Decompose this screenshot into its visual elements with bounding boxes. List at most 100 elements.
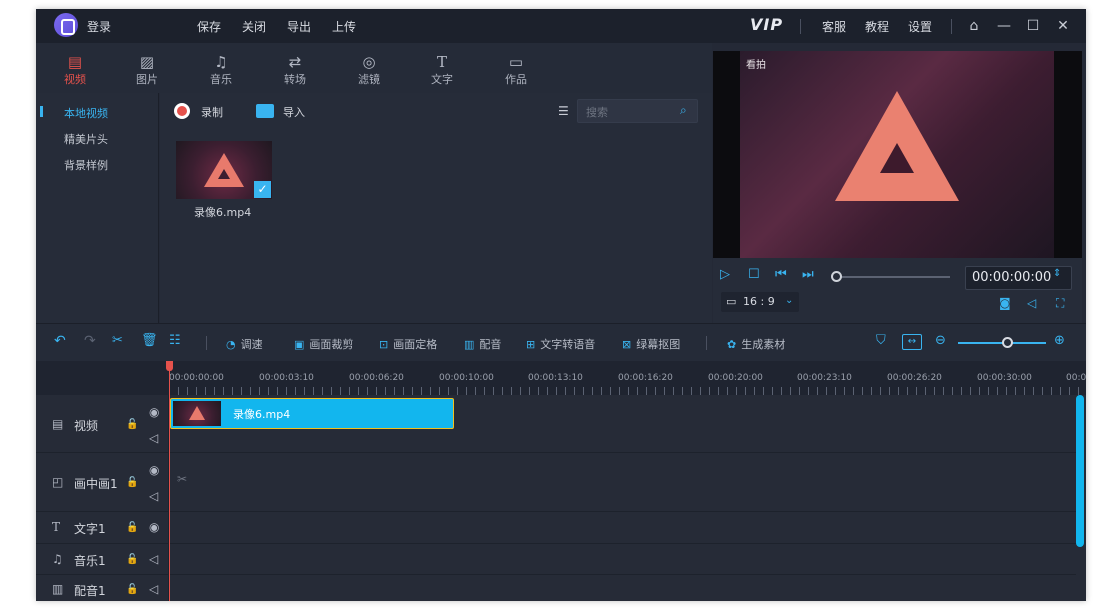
tab-text[interactable]: T 文字 xyxy=(416,53,468,87)
marker-icon[interactable]: ⛉ xyxy=(876,333,886,348)
lock-icon[interactable]: 🔓 xyxy=(126,419,138,430)
track-text[interactable]: T 文字1 🔓 ◉ xyxy=(36,512,1076,544)
playhead[interactable] xyxy=(169,361,170,601)
undo-icon[interactable]: ↶ xyxy=(54,333,66,349)
progress-knob[interactable] xyxy=(831,271,842,282)
watermark-logo: 看拍 xyxy=(746,60,766,71)
ruler-ticks xyxy=(169,387,1079,395)
playhead-handle[interactable] xyxy=(166,361,173,371)
title-bar: 登录 保存 关闭 导出 上传 VIP 客服 教程 设置 ⌂ — ☐ ✕ xyxy=(36,9,1086,43)
tab-label: 图片 xyxy=(136,73,158,86)
generate-icon: ✿ xyxy=(727,338,737,351)
dub-icon: ▥ xyxy=(52,582,64,596)
camera-icon[interactable]: ◙ xyxy=(999,296,1011,310)
tab-label: 文字 xyxy=(431,73,453,86)
fit-icon[interactable]: ↔ xyxy=(902,334,922,350)
lock-icon[interactable]: 🔓 xyxy=(126,554,138,565)
adjust-icon[interactable]: ☷ xyxy=(169,333,181,348)
tab-video[interactable]: ▤ 视频 xyxy=(49,53,101,87)
volume-icon[interactable]: ◁ xyxy=(149,489,158,503)
minimize-icon[interactable]: — xyxy=(994,16,1014,36)
media-item[interactable]: ✓ xyxy=(176,141,272,201)
zoom-knob[interactable] xyxy=(1002,337,1013,348)
volume-icon[interactable]: ◁ xyxy=(149,552,158,566)
track-music[interactable]: ♫ 音乐1 🔓 ◁ xyxy=(36,544,1076,575)
track-dub[interactable]: ▥ 配音1 🔓 ◁ xyxy=(36,575,1076,601)
generate-button[interactable]: ✿ 生成素材 xyxy=(727,336,785,352)
media-item-name: 录像6.mp4 xyxy=(194,206,252,219)
text-icon: T xyxy=(52,520,61,534)
freeze-button[interactable]: ⊡ 画面定格 xyxy=(379,336,437,352)
greenscreen-label: 绿幕抠图 xyxy=(636,338,681,351)
app-window: 登录 保存 关闭 导出 上传 VIP 客服 教程 设置 ⌂ — ☐ ✕ ▤ 视频… xyxy=(36,9,1086,601)
redo-icon[interactable]: ↷ xyxy=(84,333,96,349)
tab-label: 音乐 xyxy=(210,73,232,86)
maximize-icon[interactable]: ☐ xyxy=(1023,16,1043,36)
greenscreen-button[interactable]: ⊠ 绿幕抠图 xyxy=(622,336,680,352)
login-link[interactable]: 登录 xyxy=(87,18,111,35)
tab-music[interactable]: ♫ 音乐 xyxy=(195,53,247,87)
ratio-select[interactable]: ▭ 16 : 9 ⌄ xyxy=(721,292,799,312)
media-panel: 录制 导入 ☰ ⌕ ✓ 录像6.mp4 xyxy=(160,93,712,323)
checkbox-checked-icon[interactable]: ✓ xyxy=(254,181,271,198)
track-video[interactable]: ▤ 视频 🔓 ◉ ◁ 录像6.mp4 xyxy=(36,395,1076,453)
crop-icon: ▣ xyxy=(294,338,305,351)
stop-icon[interactable]: ☐ xyxy=(748,267,760,282)
avatar[interactable] xyxy=(54,13,78,37)
zoom-out-icon[interactable]: ⊖ xyxy=(935,333,946,348)
home-icon[interactable]: ⌂ xyxy=(964,16,984,36)
play-icon[interactable]: ▷ xyxy=(720,267,730,282)
prev-frame-icon[interactable]: ⏮ xyxy=(775,267,787,282)
clip-label: 录像6.mp4 xyxy=(233,408,291,421)
fullscreen-icon[interactable]: ⛶ xyxy=(1056,296,1064,311)
track-pip[interactable]: ◰ 画中画1 🔓 ◉ ◁ ✂ xyxy=(36,453,1076,512)
menu-save[interactable]: 保存 xyxy=(197,18,221,35)
vip-button[interactable]: VIP xyxy=(750,15,783,34)
timeline-scrollbar[interactable] xyxy=(1076,395,1084,547)
volume-icon[interactable]: ◁ xyxy=(149,431,158,445)
crop-button[interactable]: ▣ 画面裁剪 xyxy=(294,336,353,352)
active-indicator xyxy=(40,106,43,117)
timeline-ruler[interactable]: 00:00:00:00 00:00:03:10 00:00:06:20 00:0… xyxy=(36,361,1086,395)
tab-transition[interactable]: ⇄ 转场 xyxy=(269,53,321,87)
tab-image[interactable]: ▨ 图片 xyxy=(121,53,173,87)
lock-icon[interactable]: 🔓 xyxy=(126,522,138,533)
link-settings[interactable]: 设置 xyxy=(908,18,932,35)
record-button[interactable]: 录制 xyxy=(174,101,234,121)
eye-icon[interactable]: ◉ xyxy=(149,520,159,534)
dub-button[interactable]: ▥ 配音 xyxy=(464,336,501,352)
time-stepper-icon[interactable]: ⇕ xyxy=(1053,268,1061,279)
lock-icon[interactable]: 🔓 xyxy=(126,584,138,595)
ruler-tick: 00:00:10:00 xyxy=(439,373,494,383)
next-frame-icon[interactable]: ⏭ xyxy=(802,267,814,282)
link-service[interactable]: 客服 xyxy=(822,18,846,35)
lock-icon[interactable]: 🔓 xyxy=(126,477,138,488)
eye-icon[interactable]: ◉ xyxy=(149,463,159,477)
progress-slider[interactable] xyxy=(834,276,950,278)
category-local-video[interactable]: 本地视频 xyxy=(64,105,108,121)
volume-icon[interactable]: ◁ xyxy=(149,582,158,596)
track-header: ▥ 配音1 🔓 ◁ xyxy=(36,575,169,601)
scissors-icon[interactable]: ✂ xyxy=(112,333,123,348)
search-input[interactable] xyxy=(586,104,676,120)
tab-filter[interactable]: ◎ 滤镜 xyxy=(343,53,395,87)
eye-icon[interactable]: ◉ xyxy=(149,405,159,419)
tts-button[interactable]: ⊞ 文字转语音 xyxy=(526,336,595,352)
sort-icon[interactable]: ☰ xyxy=(558,104,569,118)
import-button[interactable]: 导入 xyxy=(256,101,316,121)
delete-icon[interactable]: 🗑 xyxy=(141,333,158,348)
category-intro[interactable]: 精美片头 xyxy=(64,131,108,147)
tab-works[interactable]: ▭ 作品 xyxy=(490,53,542,87)
video-clip[interactable]: 录像6.mp4 xyxy=(170,398,454,429)
zoom-in-icon[interactable]: ⊕ xyxy=(1054,333,1065,348)
menu-export[interactable]: 导出 xyxy=(287,18,311,35)
category-background[interactable]: 背景样例 xyxy=(64,157,108,173)
menu-upload[interactable]: 上传 xyxy=(332,18,356,35)
link-tutorial[interactable]: 教程 xyxy=(865,18,889,35)
speed-button[interactable]: ◔ 调速 xyxy=(226,336,263,352)
freeze-icon: ⊡ xyxy=(379,338,389,351)
search-icon[interactable]: ⌕ xyxy=(680,103,687,118)
menu-close[interactable]: 关闭 xyxy=(242,18,266,35)
volume-icon[interactable]: ◁ xyxy=(1027,296,1036,310)
close-icon[interactable]: ✕ xyxy=(1053,16,1073,36)
